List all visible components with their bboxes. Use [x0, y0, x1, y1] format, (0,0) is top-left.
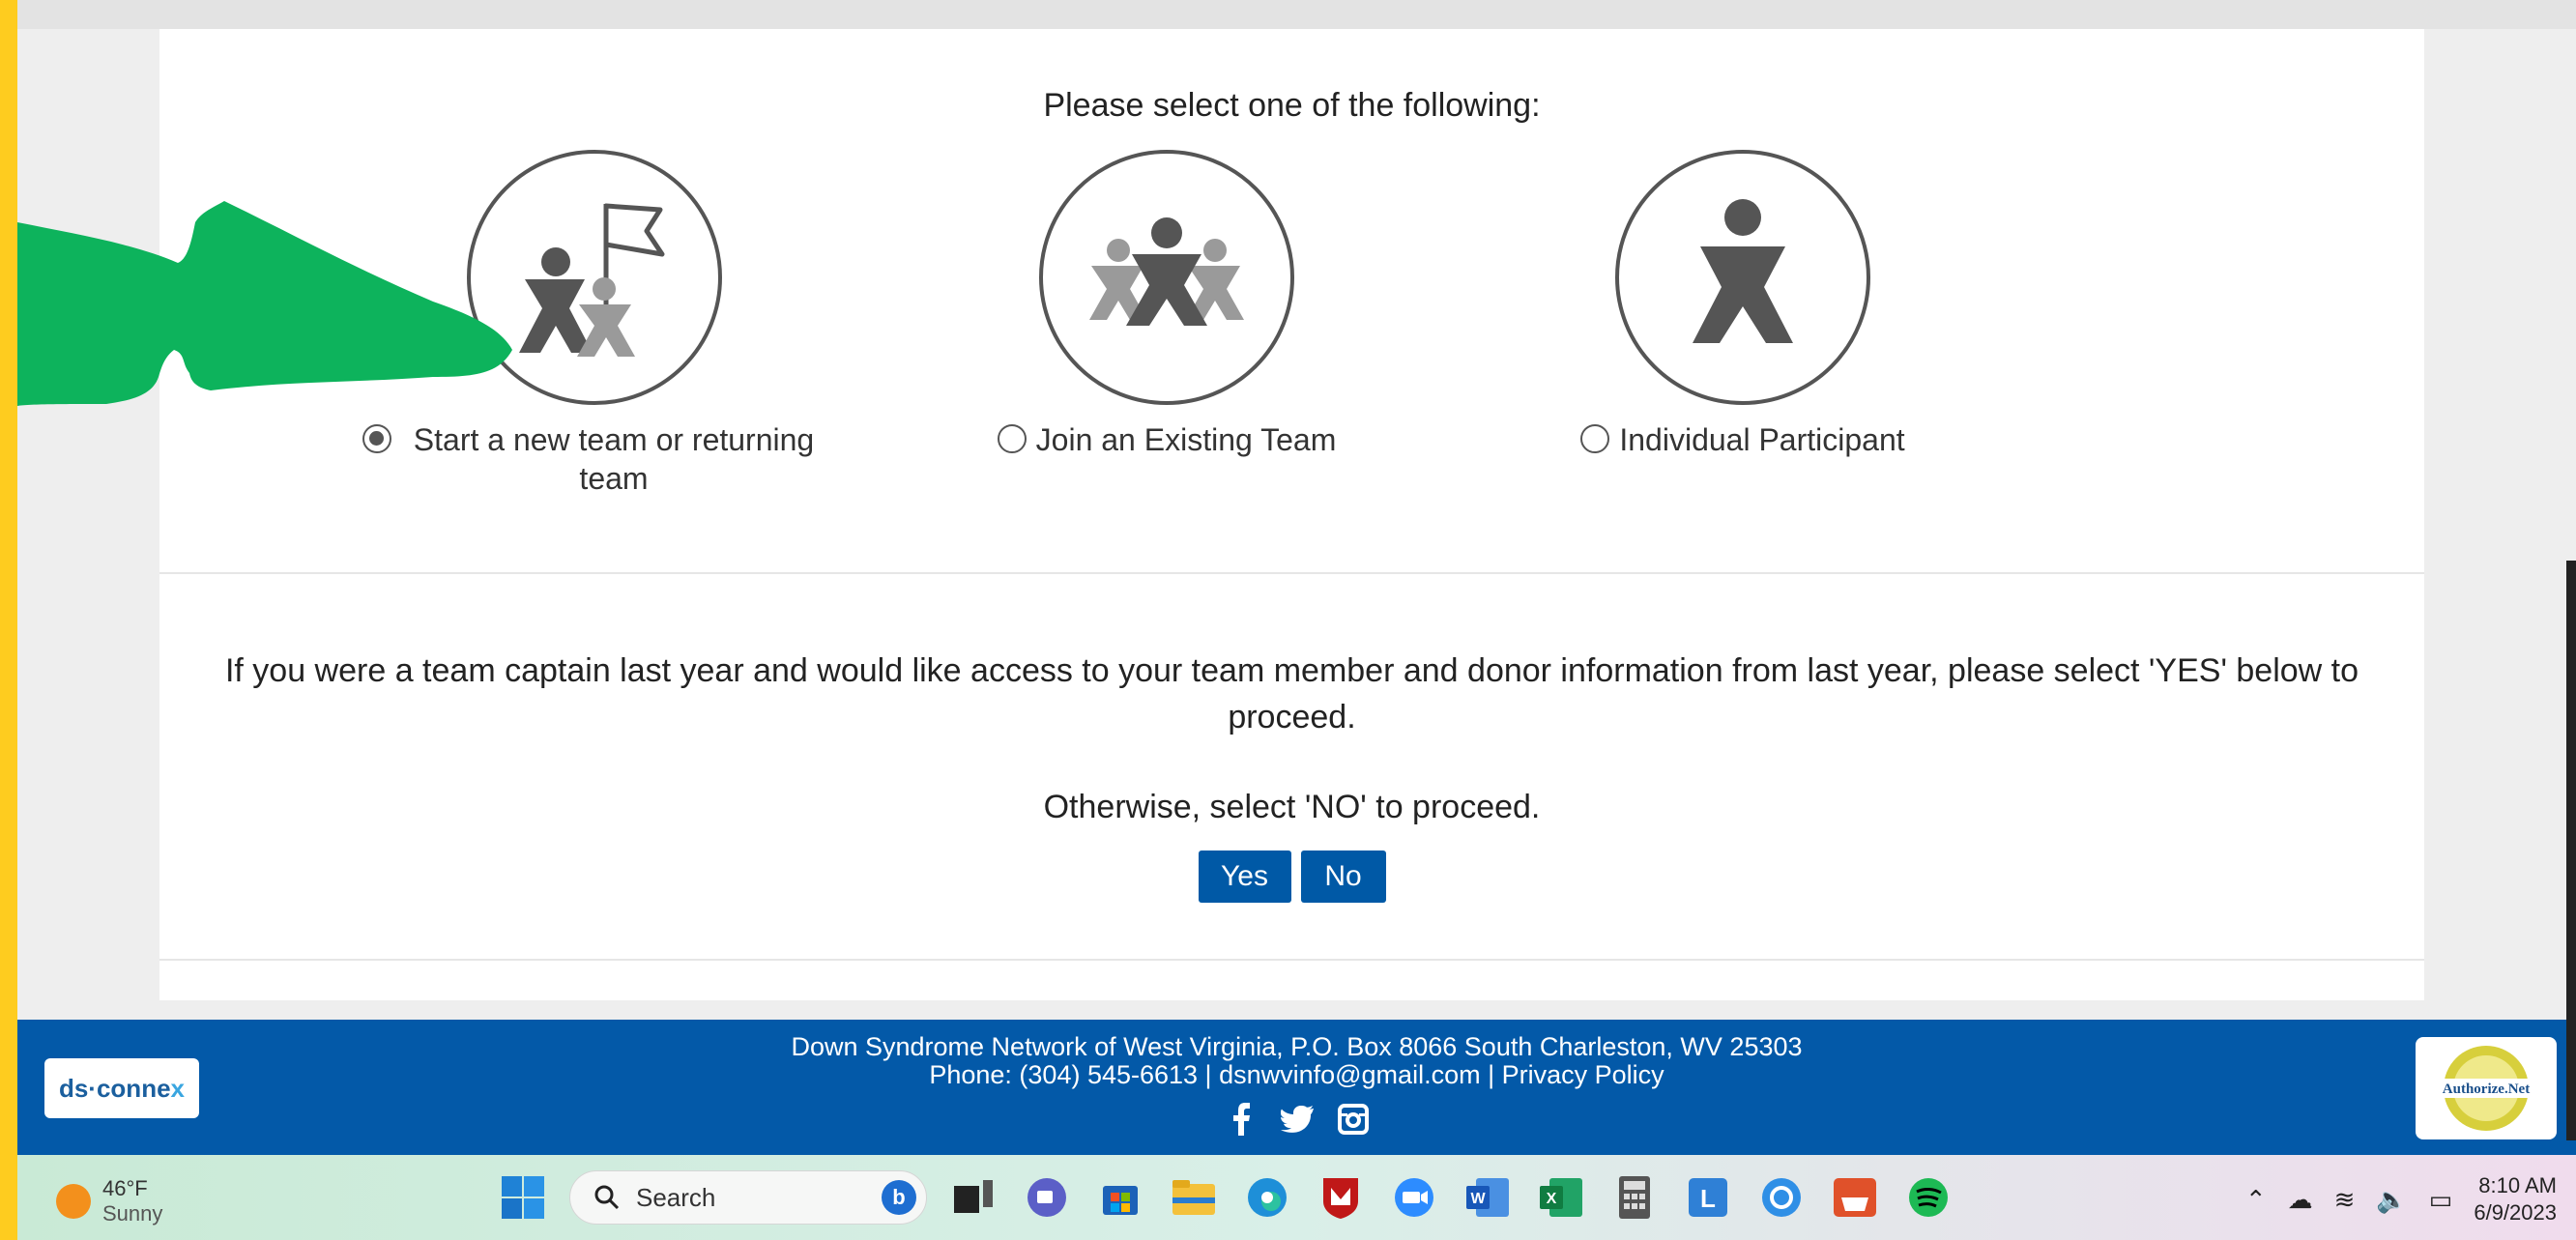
teams-chat-icon[interactable] — [1020, 1170, 1074, 1225]
taskbar-search[interactable]: Search b — [569, 1170, 927, 1225]
individual-person-icon[interactable] — [1615, 150, 1870, 405]
calculator-icon[interactable] — [1607, 1170, 1662, 1225]
bing-icon[interactable]: b — [882, 1180, 916, 1215]
section-divider — [159, 572, 2424, 574]
svg-text:W: W — [1470, 1191, 1486, 1207]
browser-viewport: Please select one of the following: Star… — [17, 0, 2576, 1240]
word-icon[interactable]: W — [1461, 1170, 1515, 1225]
option-individual[interactable]: Individual Participant — [1501, 150, 1984, 459]
radio-join-team[interactable] — [997, 424, 1027, 453]
bottom-divider — [159, 959, 2424, 961]
authorize-net-badge[interactable]: Authorize.Net — [2416, 1037, 2557, 1139]
facebook-icon[interactable] — [1224, 1102, 1259, 1137]
yes-no-buttons: Yes No — [159, 851, 2424, 903]
option-join-team[interactable]: Join an Existing Team — [925, 150, 1408, 459]
task-view-icon[interactable] — [946, 1170, 1000, 1225]
cooking-app-icon[interactable] — [1828, 1170, 1882, 1225]
wifi-icon[interactable]: ≋ — [2334, 1185, 2356, 1215]
mcafee-icon[interactable] — [1314, 1170, 1368, 1225]
search-label: Search — [636, 1182, 716, 1212]
green-arrow-icon — [17, 201, 512, 406]
temperature: 46°F — [102, 1176, 148, 1200]
site-footer: ds·conne x Down Syndrome Network of West … — [17, 1020, 2576, 1155]
weather-condition: Sunny — [102, 1201, 163, 1226]
lens-app-icon[interactable]: L — [1681, 1170, 1735, 1225]
svg-text:X: X — [1547, 1191, 1557, 1207]
clock-time: 8:10 AM — [2478, 1173, 2557, 1197]
scrollbar[interactable] — [2566, 561, 2576, 1140]
battery-icon[interactable]: ▭ — [2429, 1185, 2453, 1215]
team-captain-instructions: If you were a team captain last year and… — [224, 652, 2359, 735]
instagram-icon[interactable] — [1336, 1102, 1371, 1137]
footer-contact[interactable]: Phone: (304) 545-6613 | dsnwvinfo@gmail.… — [17, 1061, 2576, 1088]
no-button[interactable]: No — [1300, 851, 1386, 903]
clock-date: 6/9/2023 — [2474, 1200, 2557, 1225]
social-links — [17, 1102, 2576, 1137]
system-tray: ⌃ ☁ ≋ 🔈 ▭ 8:10 AM 6/9/2023 — [2245, 1172, 2557, 1226]
excel-icon[interactable]: X — [1534, 1170, 1588, 1225]
onedrive-cloud-icon[interactable]: ☁ — [2288, 1185, 2313, 1215]
twitter-icon[interactable] — [1280, 1102, 1315, 1137]
spotify-icon[interactable] — [1901, 1170, 1955, 1225]
otherwise-instructions: Otherwise, select 'NO' to proceed. — [1043, 789, 1541, 825]
chevron-up-icon[interactable]: ⌃ — [2245, 1185, 2267, 1215]
svg-text:L: L — [1700, 1184, 1716, 1213]
clock[interactable]: 8:10 AM 6/9/2023 — [2474, 1172, 2557, 1226]
zoom-icon[interactable] — [1387, 1170, 1441, 1225]
file-explorer-icon[interactable] — [1167, 1170, 1221, 1225]
badge-text: Authorize.Net — [2443, 1081, 2530, 1097]
canva-icon[interactable] — [1754, 1170, 1809, 1225]
windows-start-icon[interactable] — [496, 1170, 550, 1225]
footer-address: Down Syndrome Network of West Virginia, … — [791, 1032, 1803, 1061]
option-individual-label: Individual Participant — [1619, 422, 1905, 457]
volume-icon[interactable]: 🔈 — [2376, 1185, 2407, 1215]
yes-button[interactable]: Yes — [1198, 851, 1291, 903]
edge-browser-icon[interactable] — [1240, 1170, 1294, 1225]
windows-taskbar: 46°F Sunny Search b W X L ⌃ ☁ ≋ 🔈 ▭ 8:10… — [17, 1155, 2576, 1240]
page-header-strip — [17, 0, 2576, 29]
microsoft-store-icon[interactable] — [1093, 1170, 1147, 1225]
radio-individual[interactable] — [1580, 424, 1610, 453]
search-icon — [594, 1185, 620, 1210]
taskbar-apps: Search b W X L — [496, 1170, 1955, 1225]
sun-icon — [56, 1184, 91, 1219]
weather-widget[interactable]: 46°F Sunny — [56, 1176, 162, 1226]
option-join-team-label: Join an Existing Team — [1035, 422, 1337, 457]
team-group-icon[interactable] — [1039, 150, 1294, 405]
